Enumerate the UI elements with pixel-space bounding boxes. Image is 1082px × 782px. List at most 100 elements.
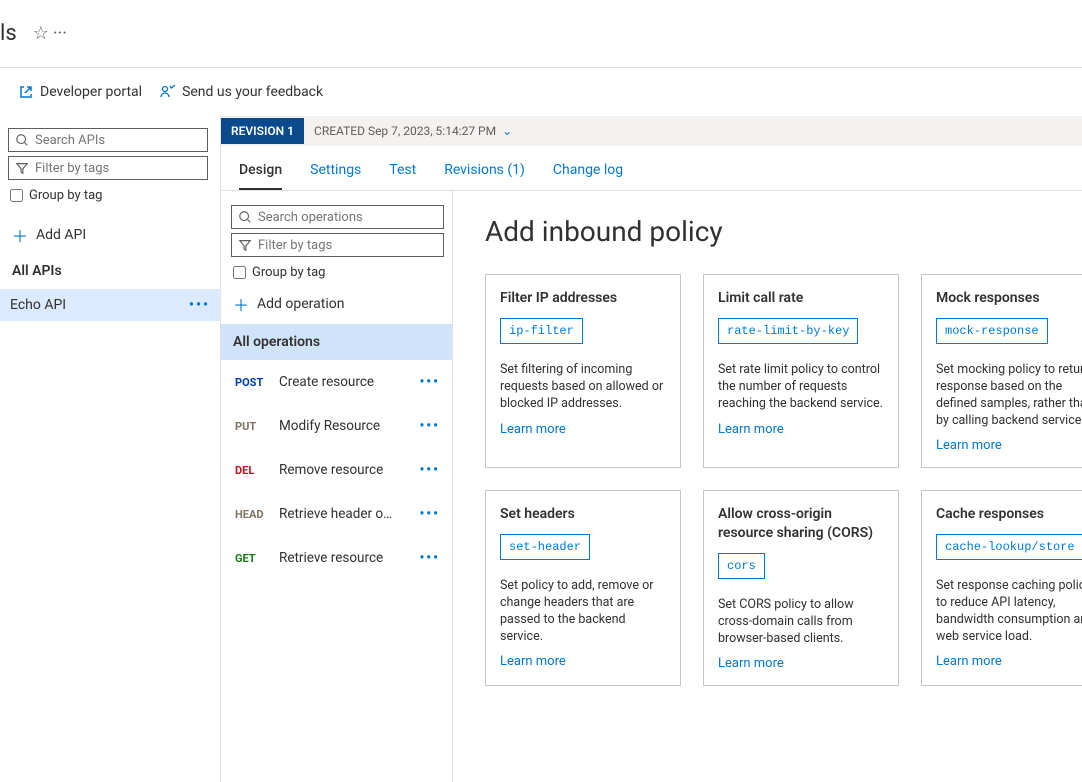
add-api-button[interactable]: ＋ Add API — [12, 223, 204, 247]
search-apis-input-wrap[interactable] — [8, 128, 208, 152]
ops-group-by-tag-checkbox[interactable]: Group by tag — [233, 265, 442, 280]
add-operation-button[interactable]: ＋ Add operation — [233, 292, 442, 316]
operation-row[interactable]: PUT Modify Resource ••• — [229, 404, 446, 448]
policy-card[interactable]: Mock responses mock-response Set mocking p… — [921, 274, 1082, 468]
policy-title: Add inbound policy — [485, 215, 1082, 248]
group-by-tag-label: Group by tag — [29, 188, 102, 203]
tab-test[interactable]: Test — [389, 156, 416, 190]
api-item-label: Echo API — [10, 297, 66, 313]
search-operations-input[interactable] — [258, 210, 437, 225]
learn-more-link[interactable]: Learn more — [718, 655, 884, 673]
developer-portal-link[interactable]: Developer portal — [18, 84, 142, 100]
policy-desc: Set filtering of incoming requests based… — [500, 362, 666, 413]
policy-card-title: Mock responses — [936, 289, 1082, 308]
operation-more-icon[interactable]: ••• — [419, 550, 440, 566]
policy-panel: Add inbound policy Filter IP addresses ip… — [453, 191, 1082, 782]
policy-card[interactable]: Limit call rate rate-limit-by-key Set rate… — [703, 274, 899, 468]
policy-card-title: Limit call rate — [718, 289, 884, 308]
more-menu-icon[interactable]: ··· — [53, 23, 67, 44]
operation-more-icon[interactable]: ••• — [419, 418, 440, 434]
policy-card[interactable]: Set headers set-header Set policy to add, … — [485, 490, 681, 686]
policy-code: mock-response — [936, 318, 1048, 344]
send-feedback-label: Send us your feedback — [182, 84, 323, 100]
operation-more-icon[interactable]: ••• — [419, 374, 440, 390]
policy-code: cors — [718, 553, 765, 579]
filter-tags-input-wrap[interactable] — [8, 156, 208, 180]
learn-more-link[interactable]: Learn more — [718, 421, 884, 439]
tab-design[interactable]: Design — [239, 156, 282, 190]
search-icon — [15, 133, 29, 147]
feedback-icon — [160, 84, 176, 100]
plus-icon: ＋ — [233, 292, 249, 316]
operation-row[interactable]: POST Create resource ••• — [229, 360, 446, 404]
policy-desc: Set CORS policy to allow cross-domain ca… — [718, 597, 884, 648]
operation-more-icon[interactable]: ••• — [419, 506, 440, 522]
policy-card-title: Filter IP addresses — [500, 289, 666, 308]
policy-card-title: Cache responses — [936, 505, 1082, 524]
policy-code: cache-lookup/store — [936, 534, 1082, 560]
add-api-label: Add API — [36, 227, 86, 243]
filter-icon — [238, 238, 252, 252]
policy-card-title: Set headers — [500, 505, 666, 524]
learn-more-link[interactable]: Learn more — [500, 421, 666, 439]
main-area: REVISION 1 CREATED Sep 7, 2023, 5:14:27 … — [221, 116, 1082, 782]
tab-changelog[interactable]: Change log — [553, 156, 623, 190]
group-by-tag-checkbox[interactable]: Group by tag — [10, 188, 206, 203]
favorite-star-icon[interactable]: ☆ — [33, 23, 49, 44]
operation-name: Retrieve header o… — [279, 506, 392, 522]
header-links: Developer portal Send us your feedback — [0, 68, 1082, 116]
policy-desc: Set response caching policies to reduce … — [936, 578, 1082, 646]
operation-row[interactable]: DELRemove resource••• — [229, 448, 446, 492]
plus-icon: ＋ — [12, 223, 28, 247]
revision-badge: REVISION 1 — [221, 118, 304, 144]
all-apis-link[interactable]: All APIs — [12, 263, 204, 279]
policy-code: rate-limit-by-key — [718, 318, 858, 344]
ops-group-by-tag-label: Group by tag — [252, 265, 325, 280]
policy-desc: Set mocking policy to return a response … — [936, 362, 1082, 430]
http-verb: POST — [235, 376, 269, 389]
filter-ops-input-wrap[interactable] — [231, 233, 444, 257]
learn-more-link[interactable]: Learn more — [500, 653, 666, 671]
tab-settings[interactable]: Settings — [310, 156, 361, 190]
ops-group-by-tag-checkbox-input[interactable] — [233, 266, 246, 279]
api-item-echo[interactable]: Echo API ••• — [0, 289, 220, 321]
learn-more-link[interactable]: Learn more — [936, 653, 1082, 671]
group-by-tag-checkbox-input[interactable] — [10, 189, 23, 202]
policy-desc: Set policy to add, remove or change head… — [500, 578, 666, 646]
developer-portal-label: Developer portal — [40, 84, 142, 100]
operation-more-icon[interactable]: ••• — [419, 462, 440, 478]
http-verb: DEL — [235, 464, 269, 477]
filter-ops-input[interactable] — [258, 238, 437, 253]
revision-created: CREATED Sep 7, 2023, 5:14:27 PM — [304, 124, 496, 138]
revision-dropdown-icon[interactable]: ⌄ — [502, 124, 512, 138]
page-title-fragment: ls — [0, 21, 17, 46]
tab-revisions[interactable]: Revisions (1) — [444, 156, 525, 190]
policy-card-title: Allow cross-origin resource sharing (COR… — [718, 505, 884, 543]
operation-name: Create resource — [279, 374, 374, 390]
all-operations-item[interactable]: All operations — [221, 324, 452, 360]
policy-code: set-header — [500, 534, 590, 560]
filter-tags-input[interactable] — [35, 161, 201, 176]
api-tabs: Design Settings Test Revisions (1) Chang… — [221, 146, 1082, 191]
operation-row[interactable]: HEAD Retrieve header o… ••• — [229, 492, 446, 536]
api-item-more-icon[interactable]: ••• — [189, 297, 210, 313]
operations-panel: Group by tag ＋ Add operation All operati… — [221, 191, 453, 782]
revision-bar: REVISION 1 CREATED Sep 7, 2023, 5:14:27 … — [221, 116, 1082, 146]
policy-desc: Set rate limit policy to control the num… — [718, 362, 884, 413]
add-operation-label: Add operation — [257, 296, 344, 312]
send-feedback-link[interactable]: Send us your feedback — [160, 84, 323, 100]
policy-card[interactable]: Cache responses cache-lookup/store Set res… — [921, 490, 1082, 686]
http-verb: HEAD — [235, 508, 269, 521]
policy-card[interactable]: Filter IP addresses ip-filter Set filterin… — [485, 274, 681, 468]
http-verb: GET — [235, 552, 269, 565]
policy-card[interactable]: Allow cross-origin resource sharing (COR… — [703, 490, 899, 686]
search-operations-input-wrap[interactable] — [231, 205, 444, 229]
http-verb: PUT — [235, 420, 269, 433]
policy-code: ip-filter — [500, 318, 583, 344]
page-title-bar: ls ☆ ··· — [0, 0, 1082, 68]
learn-more-link[interactable]: Learn more — [936, 437, 1082, 455]
filter-icon — [15, 161, 29, 175]
operation-row[interactable]: GETRetrieve resource••• — [229, 536, 446, 580]
search-apis-input[interactable] — [35, 133, 201, 148]
operation-name: Modify Resource — [279, 418, 380, 434]
